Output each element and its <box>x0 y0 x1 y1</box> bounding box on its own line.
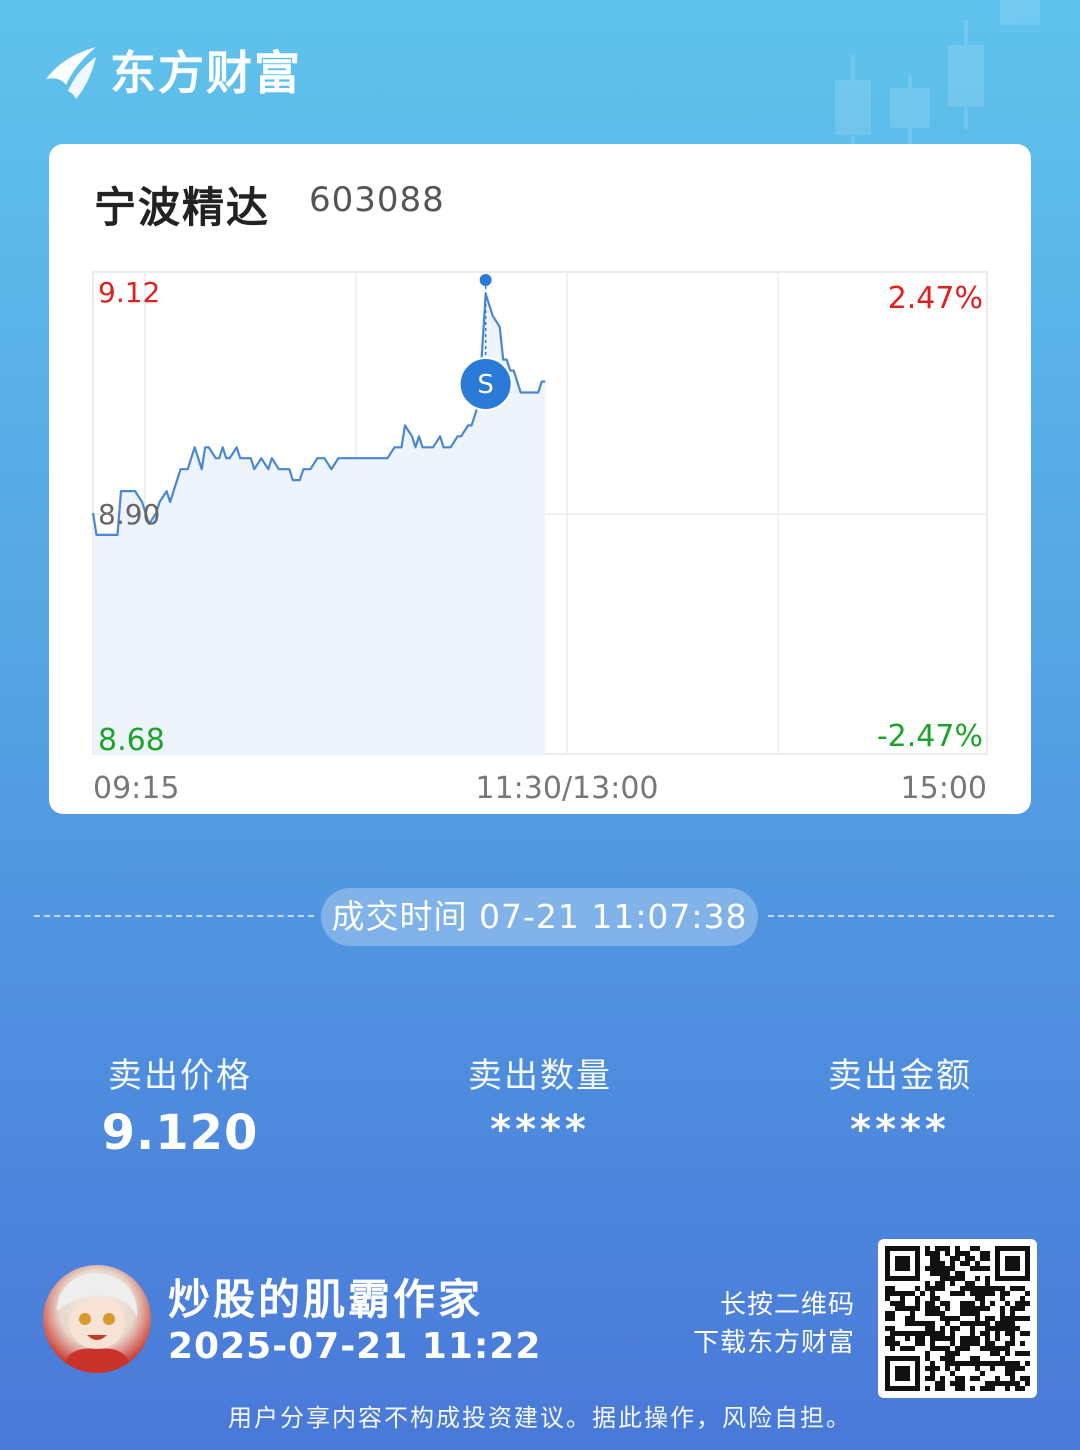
avatar-icon <box>57 1272 138 1373</box>
user-name: 炒股的肌霸作家 <box>168 1275 484 1324</box>
stock-chart-card: 宁波精达 603088 S 9.12 8.90 8.68 2.47% -2.47… <box>49 144 1031 814</box>
disclaimer: 用户分享内容不构成投资建议。据此操作，风险自担。 <box>228 1404 852 1432</box>
sell-amount-label: 卖出金额 <box>828 1056 972 1096</box>
divider-left <box>34 915 314 917</box>
intraday-chart: S 9.12 8.90 8.68 2.47% -2.47% 09:15 11:3… <box>91 271 988 806</box>
price-label-mid: 8.90 <box>98 498 160 531</box>
sell-qty-label: 卖出数量 <box>468 1056 612 1096</box>
qr-hint-line1: 长按二维码 <box>719 1290 855 1320</box>
avatar[interactable] <box>43 1265 151 1373</box>
qr-hint-line2: 下载东方财富 <box>692 1328 855 1358</box>
brand-header: 东方财富 <box>42 38 302 102</box>
sell-amount-value: **** <box>850 1107 950 1153</box>
sell-qty-value: **** <box>490 1107 590 1153</box>
brand-name: 东方财富 <box>110 46 302 100</box>
sell-marker-label: S <box>477 370 494 400</box>
sell-price-value: 9.120 <box>101 1105 259 1161</box>
time-label-start: 09:15 <box>93 771 179 806</box>
eastmoney-logo-icon <box>46 47 96 99</box>
sell-price-label: 卖出价格 <box>108 1056 252 1096</box>
trade-time-pill: 成交时间 07-21 11:07:38 <box>321 888 758 946</box>
divider-right <box>768 915 1054 917</box>
stat-sell-qty: 卖出数量 **** <box>420 1048 660 1153</box>
stat-sell-amount: 卖出金额 **** <box>780 1048 1020 1153</box>
qr-code[interactable] <box>878 1239 1037 1398</box>
pct-label-low: -2.47% <box>877 719 983 754</box>
post-time: 2025-07-21 11:22 <box>168 1326 542 1367</box>
qr-code-icon <box>885 1246 1030 1391</box>
price-label-high: 9.12 <box>98 276 160 309</box>
sell-marker-dot <box>479 274 492 286</box>
time-label-mid: 11:30/13:00 <box>475 771 658 806</box>
pct-label-high: 2.47% <box>888 281 983 316</box>
price-label-low: 8.68 <box>98 723 165 758</box>
time-label-end: 15:00 <box>901 771 987 806</box>
stat-sell-price: 卖出价格 9.120 <box>60 1048 300 1161</box>
